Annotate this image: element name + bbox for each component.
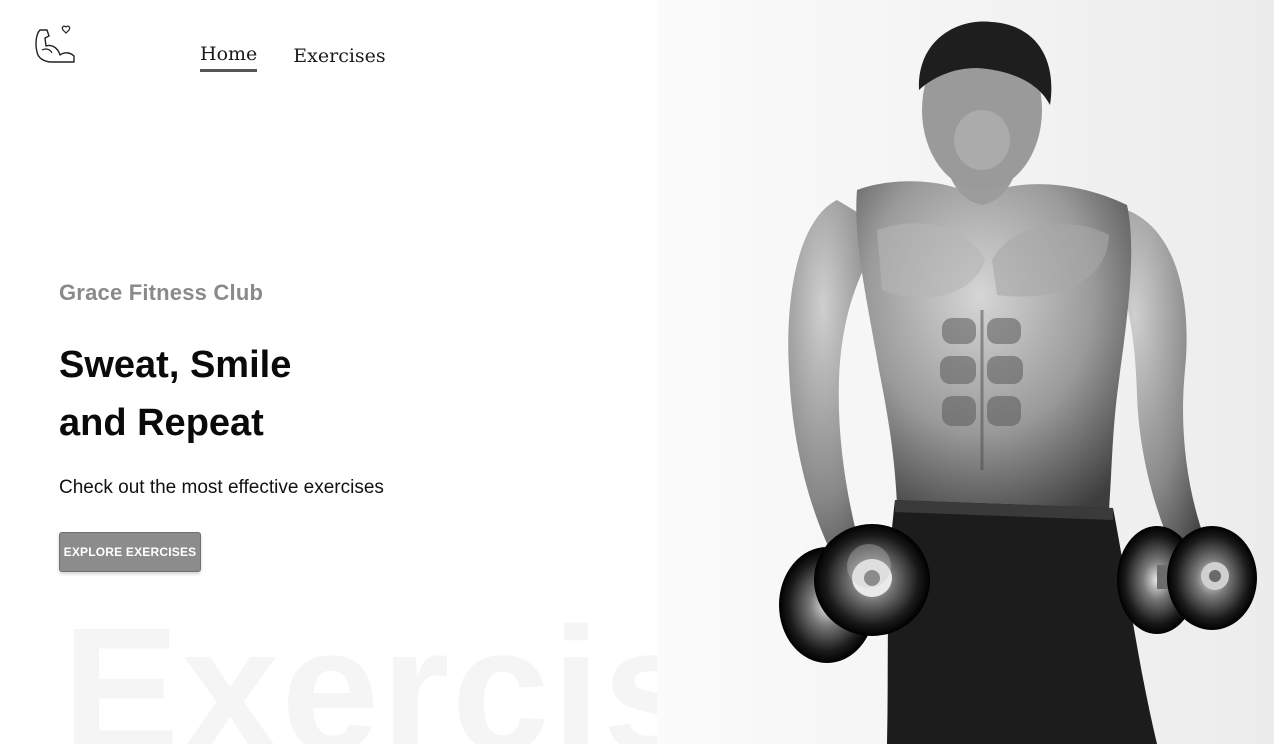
club-name: Grace Fitness Club bbox=[59, 280, 264, 305]
nav-link-home[interactable]: Home bbox=[200, 42, 258, 72]
hero-headline: Sweat, Smile and Repeat bbox=[59, 336, 291, 452]
headline-line-2: and Repeat bbox=[59, 402, 264, 444]
flexed-bicep-logo-icon[interactable] bbox=[30, 22, 78, 68]
muscular-man-with-dumbbells-image bbox=[657, 0, 1274, 744]
nav-link-exercises[interactable]: Exercises bbox=[293, 44, 385, 71]
main-nav: Home Exercises bbox=[200, 42, 386, 72]
landing-page: Home Exercises Exercise Grace Fitness Cl… bbox=[0, 0, 1280, 744]
hero-subtext: Check out the most effective exercises bbox=[59, 477, 384, 498]
headline-line-1: Sweat, Smile bbox=[59, 344, 292, 386]
explore-exercises-button[interactable]: EXPLORE EXERCISES bbox=[59, 532, 201, 572]
